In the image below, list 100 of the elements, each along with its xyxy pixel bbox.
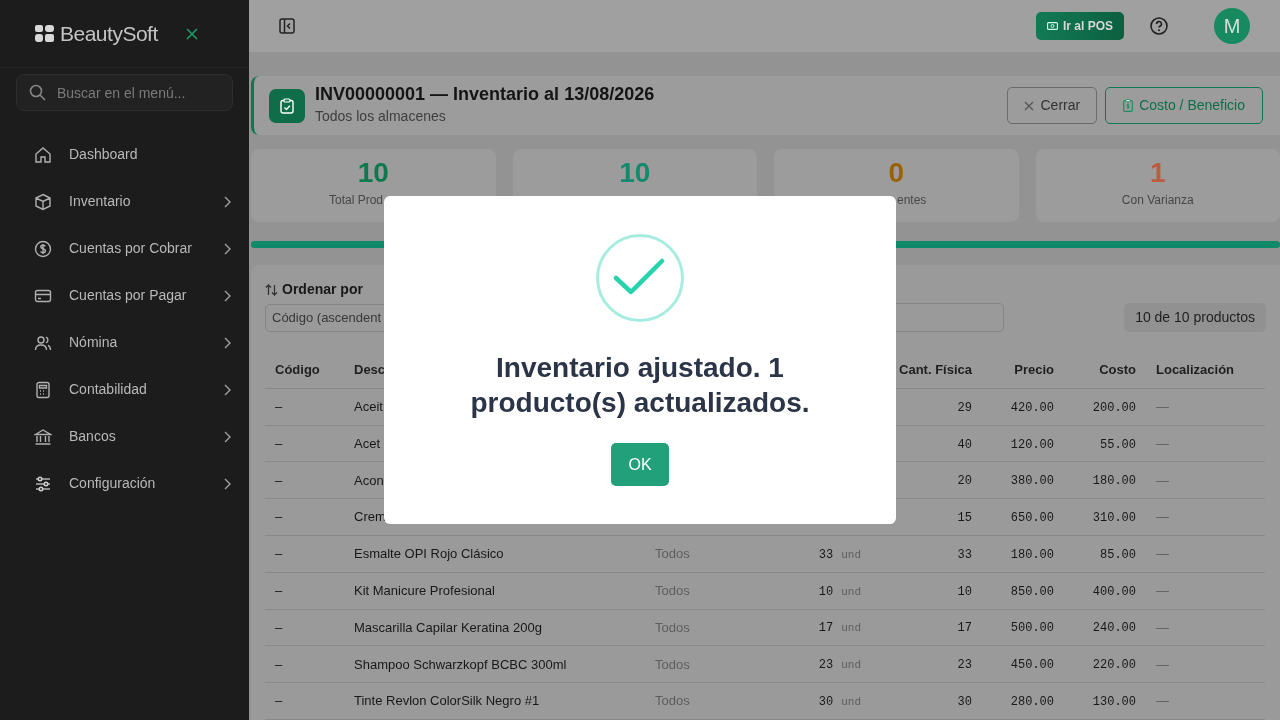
table-cell: 500.00 [1010, 621, 1054, 636]
sidebar-item[interactable]: Cuentas por Pagar [0, 272, 249, 319]
table-cell: 220.00 [1092, 658, 1136, 673]
sidebar-item[interactable]: Dashboard [0, 131, 249, 178]
sort-icon [265, 283, 278, 296]
table-cell: – [275, 472, 283, 488]
unit-label: und [841, 548, 861, 561]
stat-label: entes [896, 192, 928, 210]
table-cell: 310.00 [1092, 511, 1136, 526]
table-cell: 380.00 [1010, 474, 1054, 489]
clipboard-icon [1123, 99, 1134, 113]
sidebar-toggle-icon[interactable] [279, 17, 295, 34]
table-cell: 280.00 [1010, 695, 1054, 710]
table-cell: 120.00 [1010, 437, 1054, 452]
unit-label: und [841, 696, 861, 709]
sliders-icon [34, 474, 52, 493]
table-cell: — [1156, 509, 1169, 525]
table-cell: Todos [655, 693, 690, 709]
box-icon [34, 192, 52, 211]
table-cell: — [1156, 546, 1169, 562]
table-cell: Kit Manicure Profesional [354, 582, 495, 598]
table-cell: — [1156, 656, 1169, 672]
stat-value: 10 [618, 158, 652, 190]
stat-value: 0 [887, 158, 906, 190]
column-header: Costo [1099, 362, 1136, 378]
table-cell: Aceit [354, 398, 383, 414]
table-cell: Tinte Revlon ColorSilk Negro #1 [354, 693, 540, 709]
table-cell: – [275, 656, 283, 672]
column-header: Precio [1014, 362, 1054, 378]
close-icon[interactable] [185, 27, 198, 40]
table-cell: Todos [655, 546, 690, 562]
sidebar-item[interactable]: Nómina [0, 319, 249, 366]
table-cell: 180.00 [1092, 474, 1136, 489]
pos-button[interactable]: Ir al POS [1035, 11, 1124, 40]
table-cell: 420.00 [1010, 400, 1054, 415]
unit-label: und [841, 585, 861, 598]
table-cell: 33 [957, 547, 972, 562]
unit-label: und [841, 622, 861, 635]
table-cell: 10 [957, 584, 972, 599]
table-cell: Esmalte OPI Rojo Clásico [354, 546, 504, 562]
clipboard-icon [269, 88, 305, 123]
table-cell: 200.00 [1092, 400, 1136, 415]
table-cell: 17 [957, 621, 972, 636]
table-cell: 23 [818, 658, 834, 673]
table-cell: 130.00 [1092, 695, 1136, 710]
table-cell: 240.00 [1092, 621, 1136, 636]
column-header: Localización [1156, 362, 1235, 378]
table-cell: Mascarilla Capilar Keratina 200g [354, 619, 542, 635]
table-cell: 20 [957, 474, 972, 489]
users-icon [34, 333, 52, 352]
table-cell: – [275, 546, 283, 562]
brand-name: BeautySoft [60, 20, 158, 47]
column-header: Desc [354, 362, 386, 378]
sidebar-item[interactable]: Contabilidad [0, 366, 249, 413]
menu-search-field[interactable]: Buscar en el menú... [16, 74, 233, 111]
table-cell: – [275, 619, 283, 635]
sidebar-item[interactable]: Cuentas por Cobrar [0, 225, 249, 272]
stat-value: 10 [356, 158, 390, 190]
table-cell: Todos [655, 656, 690, 672]
table-cell: – [275, 582, 283, 598]
table-cell: – [275, 435, 283, 451]
sort-label: Ordenar por [282, 280, 363, 300]
table-cell: Todos [655, 582, 690, 598]
table-cell: 850.00 [1010, 584, 1054, 599]
bank-icon [34, 427, 52, 446]
close-button[interactable]: Cerrar [1007, 87, 1098, 125]
table-cell: – [275, 509, 283, 525]
logo-icon [35, 25, 54, 42]
stat-label: Con Varianza [1120, 192, 1195, 210]
table-cell: 55.00 [1100, 437, 1136, 452]
table-cell: 29 [957, 400, 972, 415]
table-cell: 650.00 [1010, 511, 1054, 526]
table-cell: – [275, 693, 283, 709]
table-cell: 30 [818, 695, 834, 710]
sidebar-item[interactable]: Bancos [0, 413, 249, 460]
table-cell: — [1156, 472, 1169, 488]
table-cell: 30 [957, 695, 972, 710]
stat-label: Total Prod [328, 192, 385, 210]
sidebar-item[interactable]: Inventario [0, 178, 249, 225]
home-icon [34, 145, 52, 164]
table-cell: — [1156, 435, 1169, 451]
table-cell: Crem [354, 509, 386, 525]
table-cell: — [1156, 619, 1169, 635]
table-cell: Todos [655, 619, 690, 635]
inventory-subtitle: Todos los almacenes [315, 106, 447, 126]
sidebar-item[interactable]: Configuración [0, 460, 249, 507]
table-cell: 15 [957, 511, 972, 526]
table-cell: Acon [354, 472, 384, 488]
search-icon [29, 84, 46, 101]
table-cell: 17 [818, 621, 834, 636]
table-cell: — [1156, 582, 1169, 598]
table-cell: 10 [818, 584, 834, 599]
help-icon[interactable] [1150, 16, 1168, 35]
table-cell: 85.00 [1100, 547, 1136, 562]
table-cell: 450.00 [1010, 658, 1054, 673]
close-icon [1024, 100, 1035, 111]
column-header: Código [275, 362, 320, 378]
table-cell: 40 [957, 437, 972, 452]
inventory-title: INV00000001 — Inventario al 13/08/2026 [315, 84, 655, 106]
dollar-icon [34, 239, 52, 258]
